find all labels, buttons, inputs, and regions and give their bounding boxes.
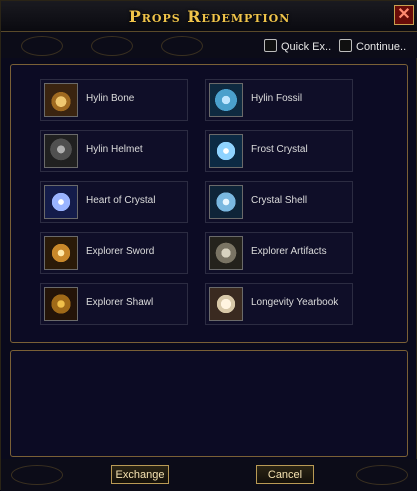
item-slot[interactable]: Hylin Fossil: [205, 79, 353, 121]
item-slot[interactable]: Frost Crystal: [205, 130, 353, 172]
props-redemption-window: Props Redemption ✕ Quick Ex.. Continue..…: [0, 0, 417, 491]
ornament-icon: [21, 36, 63, 56]
item-slot[interactable]: Explorer Artifacts: [205, 232, 353, 274]
item-slot[interactable]: Longevity Yearbook: [205, 283, 353, 325]
ornament-icon: [356, 465, 408, 485]
item-name: Explorer Artifacts: [251, 246, 327, 257]
crystal-shell-icon: [209, 185, 243, 219]
item-name: Crystal Shell: [251, 195, 308, 206]
quick-exchange-checkbox[interactable]: Quick Ex..: [264, 39, 331, 53]
heart-crystal-icon: [44, 185, 78, 219]
shawl-icon: [44, 287, 78, 321]
sword-icon: [44, 236, 78, 270]
bottom-ornament-band: [1, 459, 417, 491]
checkbox-box[interactable]: [264, 39, 277, 52]
item-name: Heart of Crystal: [86, 195, 156, 206]
yearbook-icon: [209, 287, 243, 321]
ornament-icon: [161, 36, 203, 56]
item-name: Hylin Bone: [86, 93, 135, 104]
helmet-icon: [44, 134, 78, 168]
item-slot[interactable]: Heart of Crystal: [40, 181, 188, 223]
item-name: Frost Crystal: [251, 144, 308, 155]
ornament-icon: [11, 465, 63, 485]
bone-icon: [44, 83, 78, 117]
cancel-button[interactable]: Cancel: [256, 465, 314, 484]
window-title: Props Redemption: [128, 7, 291, 26]
frost-crystal-icon: [209, 134, 243, 168]
artifacts-icon: [209, 236, 243, 270]
continue-label: Continue..: [356, 41, 407, 53]
exchange-button[interactable]: Exchange: [111, 465, 169, 484]
quick-exchange-label: Quick Ex..: [281, 41, 332, 53]
close-icon: ✕: [397, 6, 411, 23]
item-slot[interactable]: Explorer Sword: [40, 232, 188, 274]
item-name: Hylin Helmet: [86, 144, 143, 155]
continue-checkbox[interactable]: Continue..: [339, 39, 406, 53]
detail-panel: [10, 350, 408, 457]
close-button[interactable]: ✕: [394, 5, 414, 25]
item-slot[interactable]: Hylin Bone: [40, 79, 188, 121]
item-list-panel: Hylin Bone Hylin Fossil Hylin Helmet Fro…: [10, 64, 408, 343]
fossil-icon: [209, 83, 243, 117]
item-slot[interactable]: Hylin Helmet: [40, 130, 188, 172]
item-name: Explorer Sword: [86, 246, 155, 257]
checkbox-box[interactable]: [339, 39, 352, 52]
item-name: Hylin Fossil: [251, 93, 303, 104]
ornament-icon: [91, 36, 133, 56]
item-slot[interactable]: Crystal Shell: [205, 181, 353, 223]
item-slot[interactable]: Explorer Shawl: [40, 283, 188, 325]
item-name: Explorer Shawl: [86, 297, 154, 308]
item-name: Longevity Yearbook: [251, 297, 339, 308]
title-bar[interactable]: Props Redemption ✕: [1, 1, 417, 32]
